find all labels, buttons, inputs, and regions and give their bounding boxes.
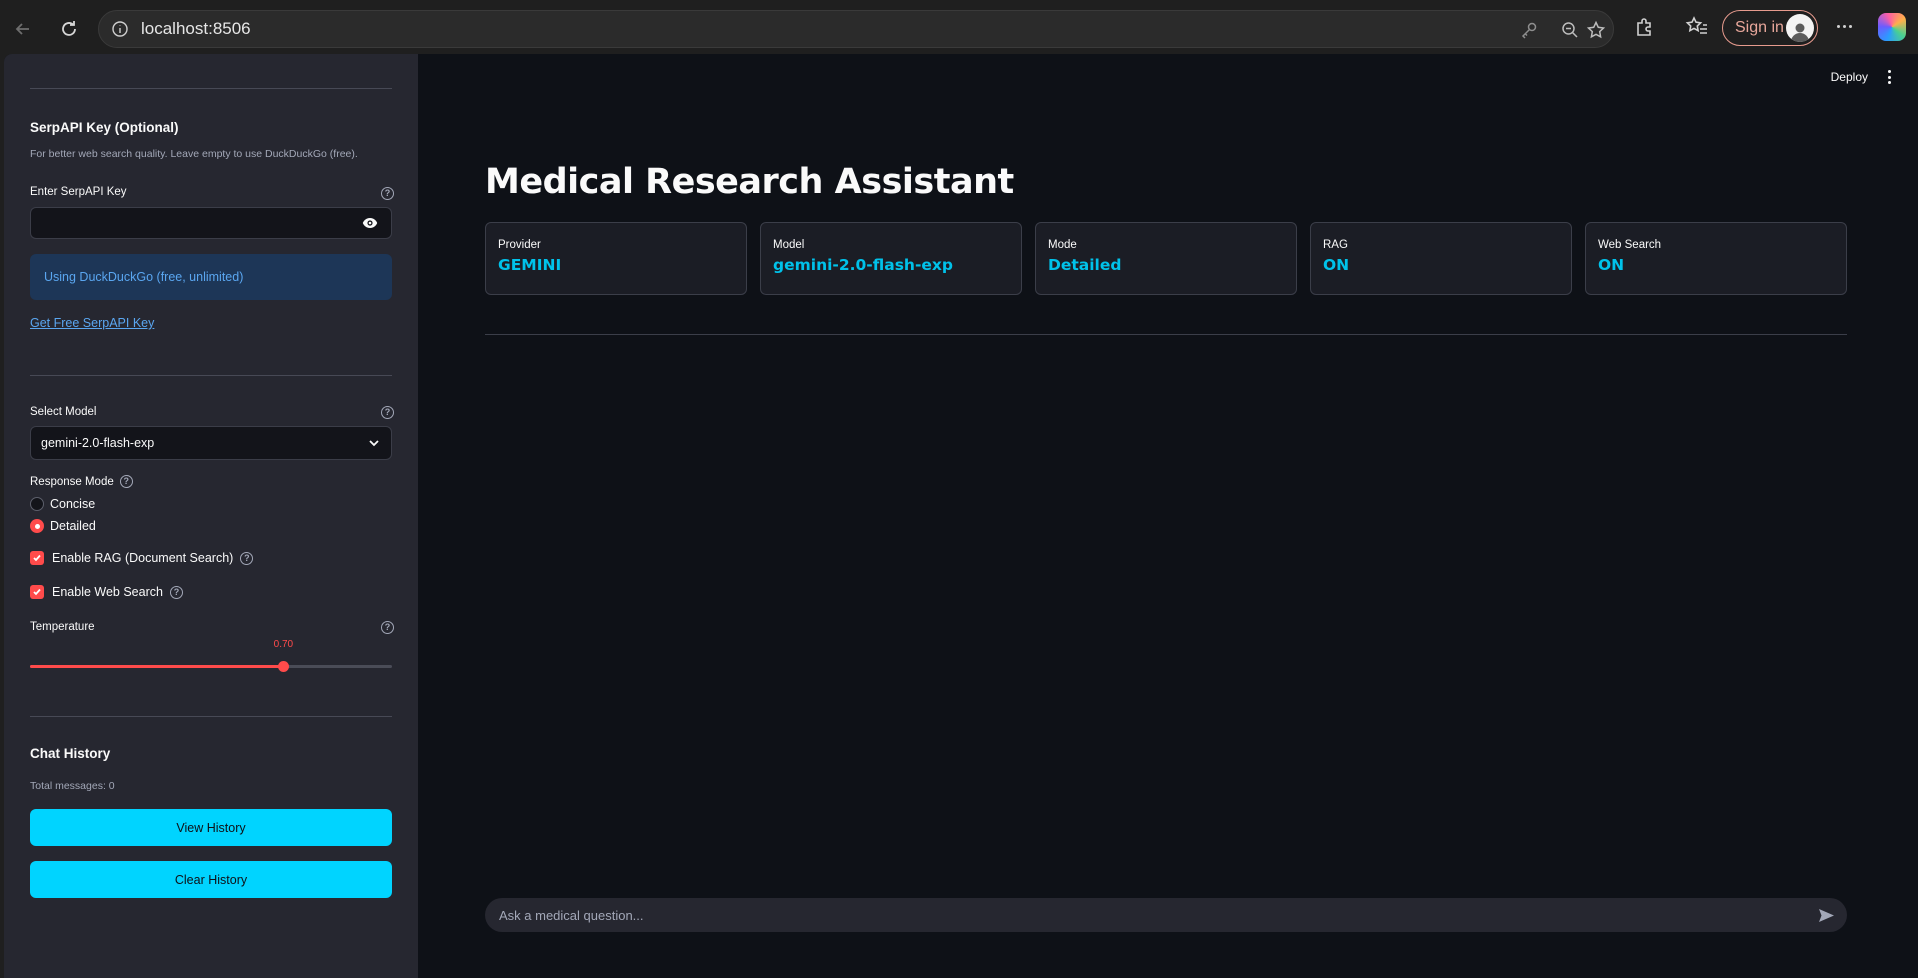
extensions-icon[interactable]: [1632, 14, 1658, 40]
radio-label: Concise: [50, 497, 96, 511]
slider-fill: [30, 665, 284, 668]
info-alert-text: Using DuckDuckGo (free, unlimited): [44, 270, 244, 284]
serpapi-key-input[interactable]: [30, 207, 348, 239]
status-cards: Provider GEMINI Model gemini-2.0-flash-e…: [485, 222, 1847, 295]
radio-button-icon: [30, 497, 44, 511]
card-label: Provider: [498, 239, 541, 251]
show-password-eye-icon[interactable]: [348, 207, 392, 239]
help-icon[interactable]: ?: [381, 406, 394, 419]
help-icon[interactable]: ?: [119, 475, 133, 488]
info-alert: Using DuckDuckGo (free, unlimited): [30, 254, 392, 300]
main-menu-icon[interactable]: [1888, 70, 1892, 84]
avatar-icon: [1786, 14, 1814, 42]
card-value: gemini-2.0-flash-exp: [773, 256, 953, 274]
favorites-icon[interactable]: [1684, 14, 1710, 40]
radio-concise[interactable]: Concise: [30, 497, 95, 511]
zoom-out-icon[interactable]: [1560, 20, 1580, 40]
chat-input[interactable]: Ask a medical question...: [485, 898, 1847, 932]
card-value: Detailed: [1048, 256, 1122, 274]
get-serpapi-key-link[interactable]: Get Free SerpAPI Key: [30, 316, 154, 330]
total-messages: Total messages: 0: [30, 780, 115, 792]
response-mode-label: Response Mode ?: [30, 475, 133, 488]
card-label: Web Search: [1598, 239, 1662, 251]
help-icon[interactable]: ?: [381, 621, 394, 634]
back-icon[interactable]: [6, 12, 40, 46]
site-info-icon[interactable]: [111, 20, 129, 38]
card-value: ON: [1598, 256, 1625, 274]
web-search-card: Web Search ON: [1585, 222, 1847, 295]
radio-detailed[interactable]: Detailed: [30, 519, 96, 533]
card-label: Mode: [1048, 239, 1077, 251]
sign-in-button[interactable]: Sign in: [1722, 10, 1818, 46]
temperature-slider[interactable]: [30, 656, 392, 676]
favorite-star-icon[interactable]: [1586, 20, 1606, 40]
help-icon[interactable]: ?: [169, 585, 183, 599]
address-bar[interactable]: localhost:8506: [98, 10, 1614, 48]
url-text: localhost:8506: [141, 19, 251, 38]
mode-card: Mode Detailed: [1035, 222, 1297, 295]
deploy-button[interactable]: Deploy: [1831, 70, 1868, 84]
slider-thumb[interactable]: [278, 661, 290, 672]
checkbox-label: Enable Web Search: [52, 585, 163, 599]
card-value: ON: [1323, 256, 1350, 274]
sign-in-label: Sign in: [1735, 19, 1784, 36]
copilot-icon[interactable]: [1878, 13, 1906, 41]
checkbox-label: Enable RAG (Document Search): [52, 551, 234, 565]
chat-history-heading: Chat History: [30, 746, 111, 761]
model-card: Model gemini-2.0-flash-exp: [760, 222, 1022, 295]
send-icon[interactable]: [1818, 907, 1835, 924]
select-model-label: Select Model: [30, 406, 97, 418]
serpapi-input-label: Enter SerpAPI Key: [30, 186, 127, 198]
divider: [30, 716, 392, 717]
model-select[interactable]: gemini-2.0-flash-exp: [30, 426, 392, 460]
enable-web-search-checkbox[interactable]: Enable Web Search ?: [30, 585, 183, 599]
rag-card: RAG ON: [1310, 222, 1572, 295]
checkbox-checked-icon: [30, 585, 44, 599]
chat-input-placeholder: Ask a medical question...: [499, 907, 644, 923]
view-history-button[interactable]: View History: [30, 809, 392, 846]
model-select-value: gemini-2.0-flash-exp: [41, 436, 155, 450]
page-title: Medical Research Assistant: [485, 162, 1014, 202]
key-icon[interactable]: [1519, 20, 1539, 40]
temperature-label: Temperature: [30, 621, 95, 633]
help-icon[interactable]: ?: [381, 187, 394, 200]
reload-icon[interactable]: [52, 12, 86, 46]
provider-card: Provider GEMINI: [485, 222, 747, 295]
main-content: Deploy Medical Research Assistant Provid…: [418, 54, 1918, 978]
streamlit-app: SerpAPI Key (Optional) For better web se…: [4, 54, 1918, 978]
response-mode-label-text: Response Mode: [30, 475, 114, 488]
card-value: GEMINI: [498, 256, 562, 274]
enable-rag-checkbox[interactable]: Enable RAG (Document Search) ?: [30, 551, 254, 565]
help-icon[interactable]: ?: [240, 551, 254, 565]
clear-history-button[interactable]: Clear History: [30, 861, 392, 898]
checkbox-checked-icon: [30, 551, 44, 565]
chevron-down-icon: [369, 440, 379, 447]
radio-button-selected-icon: [30, 519, 44, 533]
divider: [30, 375, 392, 376]
temperature-value: 0.70: [273, 639, 294, 650]
serpapi-key-field: [30, 207, 392, 239]
serpapi-heading: SerpAPI Key (Optional): [30, 120, 179, 135]
radio-label: Detailed: [50, 519, 96, 533]
more-options-icon[interactable]: [1832, 14, 1856, 38]
card-label: RAG: [1323, 239, 1348, 251]
divider: [485, 334, 1847, 335]
sidebar: SerpAPI Key (Optional) For better web se…: [4, 54, 418, 978]
card-label: Model: [773, 239, 805, 251]
browser-chrome: localhost:8506 Sign in: [0, 0, 1918, 54]
serpapi-caption: For better web search quality. Leave emp…: [30, 148, 358, 160]
divider: [30, 88, 392, 89]
